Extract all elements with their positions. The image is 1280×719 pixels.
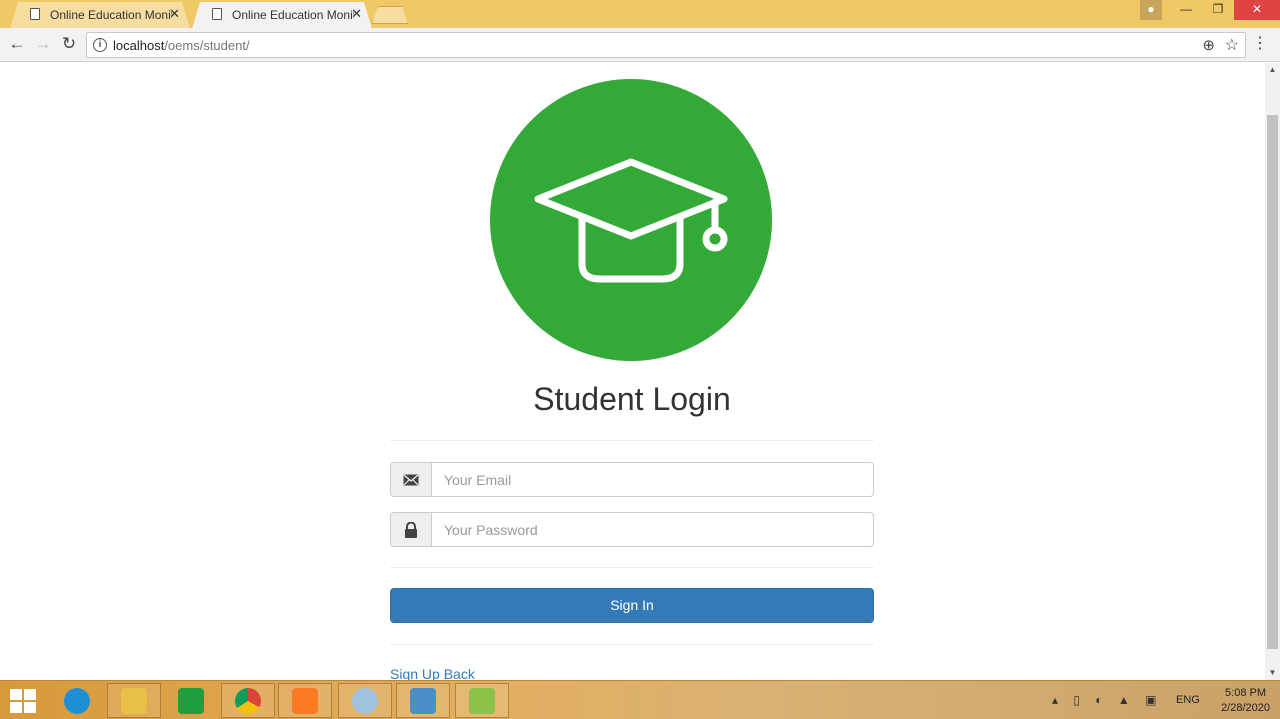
browser-titlebar: Online Education Monito ✕ Online Educati…: [0, 0, 1280, 28]
app-glyph: [64, 687, 90, 714]
tab-title: Online Education Monito: [232, 8, 354, 22]
app-glyph: [352, 687, 378, 714]
close-tab-icon[interactable]: ✕: [169, 6, 180, 22]
sign-up-link[interactable]: Sign Up: [390, 666, 440, 680]
divider: [390, 567, 874, 568]
clock-time: 5:08 PM: [1225, 687, 1267, 699]
tab-title: Online Education Monito: [50, 8, 172, 22]
scrollbar-thumb[interactable]: [1267, 115, 1278, 649]
system-tray: ▴ ▯ ◐ ▲ ▣ ENG 5:08 PM 2/28/2020: [1050, 681, 1280, 719]
zoom-icon[interactable]: ⊕: [1202, 36, 1215, 54]
chrome-icon[interactable]: [221, 683, 275, 718]
app-glyph: [235, 687, 261, 714]
email-input-group: [390, 462, 874, 497]
new-tab-button[interactable]: [372, 6, 408, 24]
password-field[interactable]: [431, 512, 874, 547]
url-host: localhost: [113, 38, 165, 53]
lock-icon: [390, 512, 431, 547]
notepad-icon[interactable]: [455, 683, 509, 718]
app-glyph: [121, 687, 147, 714]
info-icon[interactable]: i: [93, 38, 107, 52]
tab-2[interactable]: Online Education Monito ✕: [192, 2, 372, 29]
windows-start-icon[interactable]: [8, 687, 38, 715]
divider: [390, 644, 874, 645]
close-tab-icon[interactable]: ✕: [351, 6, 362, 22]
file-explorer-icon[interactable]: [107, 683, 161, 718]
windows-taskbar: ▴ ▯ ◐ ▲ ▣ ENG 5:08 PM 2/28/2020: [0, 680, 1280, 719]
back-arrow-icon[interactable]: ←: [6, 34, 28, 56]
scroll-down-arrow-icon[interactable]: ▼: [1265, 666, 1280, 680]
store-icon[interactable]: [164, 683, 218, 718]
email-field[interactable]: [431, 462, 874, 497]
reload-icon[interactable]: ↻: [58, 34, 80, 56]
graduation-cap-icon: [490, 79, 772, 361]
clock[interactable]: 5:08 PM 2/28/2020: [1221, 686, 1270, 716]
language-indicator[interactable]: ENG: [1176, 694, 1200, 706]
tab-1[interactable]: Online Education Monito ✕: [10, 2, 190, 29]
paint-icon[interactable]: [338, 683, 392, 718]
internet-explorer-icon[interactable]: [50, 683, 104, 718]
divider: [390, 440, 874, 441]
restore-button[interactable]: ❐: [1202, 0, 1234, 20]
tray-status-icons[interactable]: ▴ ▯ ◐ ▲ ▣: [1052, 693, 1162, 707]
browser-menu-icon[interactable]: ⋮: [1252, 34, 1268, 54]
scroll-up-arrow-icon[interactable]: ▲: [1265, 63, 1280, 77]
back-link[interactable]: Back: [444, 666, 475, 680]
page-scrollbar[interactable]: ▲ ▼: [1265, 63, 1280, 680]
page-title: Student Login: [533, 381, 731, 417]
url-text[interactable]: localhost/oems/student/: [113, 38, 250, 53]
user-profile-icon[interactable]: ●: [1140, 0, 1162, 20]
app-glyph: [410, 687, 436, 714]
xampp-icon[interactable]: [278, 683, 332, 718]
app-glyph: [178, 687, 204, 714]
close-window-button[interactable]: ✕: [1234, 0, 1280, 20]
browser-toolbar: ← → ↻ i localhost/oems/student/ ⊕ ☆ ⋮: [0, 28, 1280, 62]
photo-viewer-icon[interactable]: [396, 683, 450, 718]
forward-arrow-icon[interactable]: →: [32, 34, 54, 56]
app-glyph: [292, 687, 318, 714]
password-input-group: [390, 512, 874, 547]
page-viewport: Student Login Sign In Sign Up Back: [0, 63, 1265, 680]
footer-links: Sign Up Back: [390, 666, 475, 680]
envelope-icon: [390, 462, 431, 497]
clock-date: 2/28/2020: [1221, 702, 1270, 714]
minimize-button[interactable]: —: [1170, 0, 1202, 20]
address-bar[interactable]: i localhost/oems/student/ ⊕ ☆: [86, 32, 1246, 58]
window-controls: ● — ❐ ✕: [1140, 0, 1280, 20]
url-path: /oems/student/: [164, 38, 250, 53]
app-glyph: [469, 687, 495, 714]
document-icon: [30, 8, 40, 20]
sign-in-button[interactable]: Sign In: [390, 588, 874, 623]
bookmark-star-icon[interactable]: ☆: [1225, 35, 1239, 55]
document-icon: [212, 8, 222, 20]
